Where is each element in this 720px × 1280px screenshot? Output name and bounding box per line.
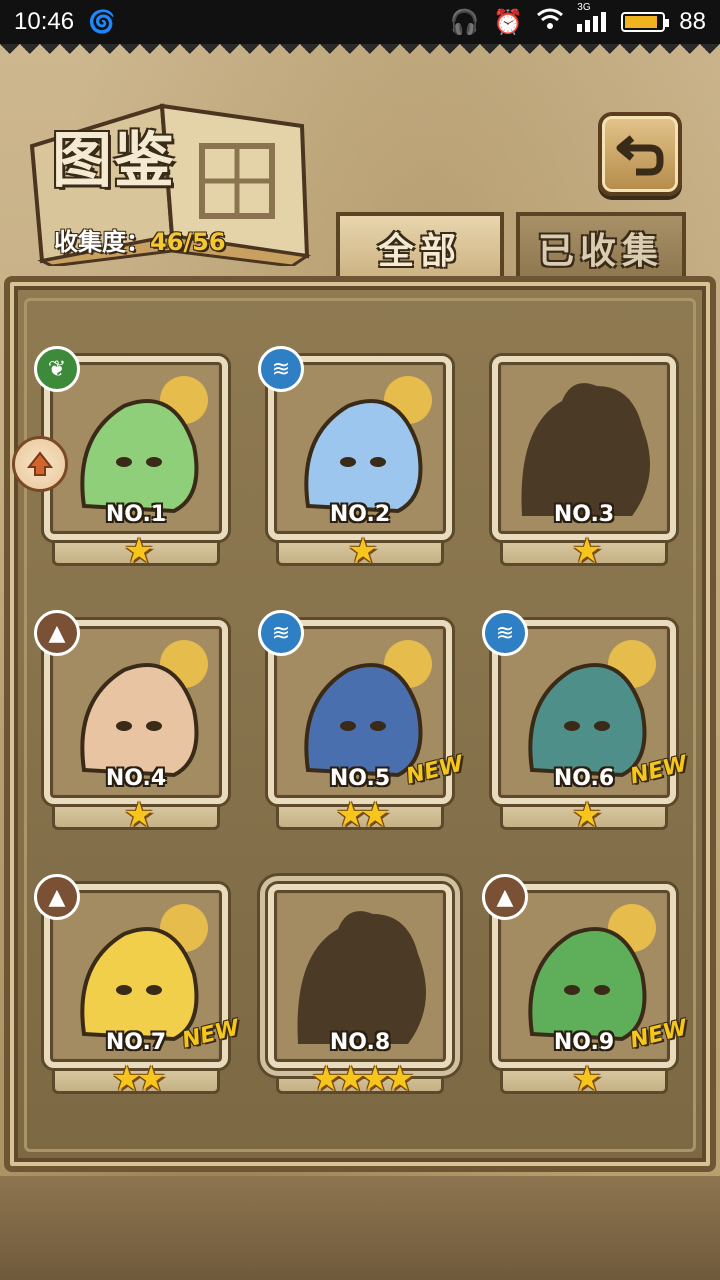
star-rating: ★: [571, 531, 602, 571]
star-rating: ★: [123, 795, 154, 835]
star-rating: ★★★★: [311, 1059, 415, 1099]
star-rating: ★★: [335, 795, 391, 835]
star-rating: ★: [123, 531, 154, 571]
monster-card[interactable]: NO.7 ★★ ▲ NEW: [34, 874, 242, 1106]
monster-card[interactable]: NO.5 ★★ ≋ NEW: [258, 610, 466, 842]
star-rating: ★★: [111, 1059, 167, 1099]
mountain-icon: ▲: [34, 874, 80, 920]
card-number: NO.3: [553, 502, 615, 527]
app-notification-icon: 🌀: [88, 9, 116, 34]
back-button[interactable]: [598, 112, 682, 196]
wave-icon: ≋: [482, 610, 528, 656]
alarm-icon: ⏰: [493, 8, 524, 36]
monster-card[interactable]: NO.4 ★ ▲: [34, 610, 228, 842]
back-arrow-icon: [616, 135, 664, 176]
card-number: NO.1: [105, 502, 167, 527]
signal-icon: 3G: [577, 2, 607, 35]
monster-card[interactable]: NO.1 ★ ❦: [34, 346, 228, 578]
tab-collected[interactable]: 已收集: [516, 212, 686, 280]
tab-all[interactable]: 全部: [336, 212, 504, 280]
network-type: 3G: [577, 1, 591, 13]
status-icons: 🎧 ⏰ 3G 88: [449, 2, 706, 37]
card-number: NO.4: [105, 766, 167, 791]
leaf-icon: ❦: [34, 346, 80, 392]
monster-card[interactable]: NO.6 ★ ≋ NEW: [482, 610, 690, 842]
monster-card[interactable]: NO.8 ★★★★: [268, 884, 452, 1106]
mountain-icon: ▲: [34, 610, 80, 656]
wifi-icon: [537, 8, 564, 37]
star-rating: ★: [571, 795, 602, 835]
monster-card[interactable]: NO.2 ★ ≋: [258, 346, 452, 578]
ground-background: [0, 1176, 720, 1280]
torn-edge: [0, 44, 720, 58]
status-time: 10:46: [14, 8, 75, 35]
star-rating: ★: [571, 1059, 602, 1099]
selected-marker-icon[interactable]: [12, 436, 68, 492]
battery-level: 88: [679, 8, 706, 35]
progress-label: 收集度：: [54, 228, 150, 256]
page-title: 图鉴: [52, 126, 176, 196]
wave-icon: ≋: [258, 346, 304, 392]
wave-icon: ≋: [258, 610, 304, 656]
headphones-icon: 🎧: [449, 8, 480, 36]
mountain-icon: ▲: [482, 874, 528, 920]
card-number: NO.2: [329, 502, 391, 527]
star-rating: ★: [347, 531, 378, 571]
status-bar: 10:46 🌀 🎧 ⏰ 3G 88: [0, 0, 720, 44]
battery-icon: [621, 12, 670, 32]
card-number: NO.8: [329, 1030, 391, 1055]
collection-progress: 收集度：46/56: [54, 222, 226, 257]
monster-card[interactable]: NO.3 ★: [492, 356, 676, 578]
monster-card[interactable]: NO.9 ★ ▲ NEW: [482, 874, 690, 1106]
progress-value: 46/56: [150, 228, 226, 256]
